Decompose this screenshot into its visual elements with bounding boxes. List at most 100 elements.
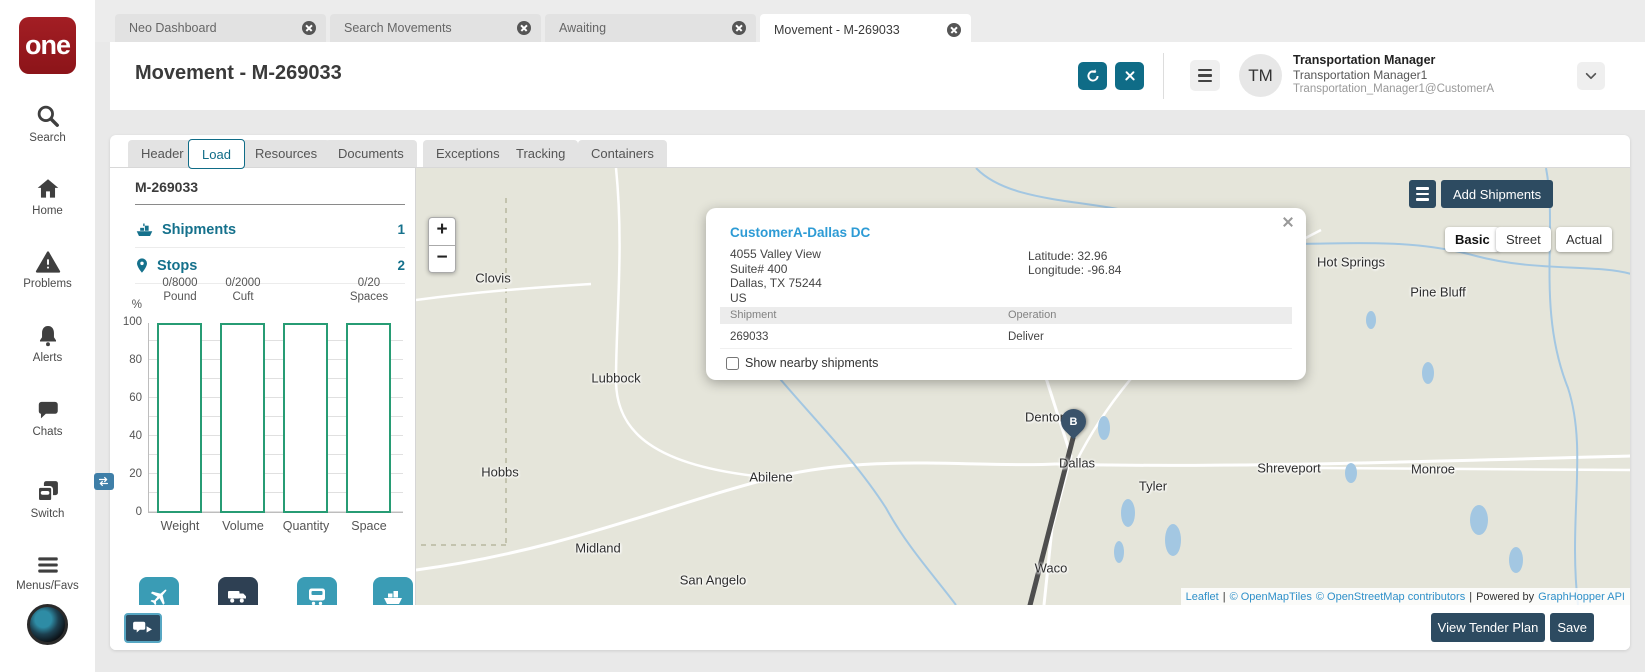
stop-site-link[interactable]: CustomerA-Dallas DC	[730, 225, 870, 240]
openstreetmap-link[interactable]: © OpenStreetMap contributors	[1316, 591, 1465, 603]
map-city-label: Shreveport	[1257, 460, 1321, 476]
mode-ocean-button[interactable]	[373, 577, 413, 605]
chart-capacity-label-space: 0/20 Spaces	[349, 277, 389, 303]
mode-air-button[interactable]	[139, 577, 179, 605]
chevron-down-icon	[1585, 72, 1597, 80]
sidebar-item-alerts[interactable]: Alerts	[0, 323, 95, 364]
tab-neo-dashboard[interactable]: Neo Dashboard	[115, 14, 326, 42]
stop-info-popup: CustomerA-Dallas DC 4055 Valley View Sui…	[706, 208, 1306, 380]
user-menu-dropdown-button[interactable]	[1577, 62, 1605, 90]
tab-resources[interactable]: Resources	[242, 140, 331, 167]
popup-cell-operation: Deliver	[1008, 331, 1044, 343]
stops-count: 2	[397, 258, 405, 273]
stop-address: 4055 Valley View Suite# 400 Dallas, TX 7…	[730, 247, 822, 305]
tab-label: Neo Dashboard	[129, 21, 217, 35]
capacity-bar-quantity	[283, 323, 328, 513]
shipments-count: 1	[397, 222, 405, 237]
tab-close-icon[interactable]	[947, 22, 961, 37]
search-icon	[35, 103, 61, 129]
menu-bars-icon	[35, 553, 61, 577]
sidebar-item-chats[interactable]: Chats	[0, 397, 95, 438]
avatar-initials: TM	[1248, 65, 1273, 85]
sidebar-item-switch[interactable]: Switch	[0, 473, 114, 520]
leaflet-link[interactable]: Leaflet	[1186, 591, 1219, 603]
tab-awaiting[interactable]: Awaiting	[545, 14, 756, 42]
zoom-in-button[interactable]: +	[428, 217, 456, 245]
sidebar-item-problems[interactable]: Problems	[0, 249, 95, 290]
shipments-row[interactable]: Shipments 1	[135, 212, 405, 248]
map-city-label: Hot Springs	[1317, 254, 1385, 270]
tab-close-icon[interactable]	[302, 21, 316, 35]
one-logo[interactable]: one	[19, 17, 76, 74]
capacity-bar-volume	[220, 323, 265, 513]
y-tick: 40	[129, 430, 142, 442]
y-tick: 0	[135, 506, 142, 518]
tab-search-movements[interactable]: Search Movements	[330, 14, 541, 42]
map-canvas[interactable]: Clovis Lubbock Hobbs Midland San Angelo …	[415, 168, 1630, 605]
popup-cell-shipment[interactable]: 269033	[730, 331, 768, 343]
subtab-label: Exceptions	[436, 146, 500, 161]
chart-category-weight: Weight	[160, 519, 200, 533]
mode-rail-button[interactable]	[297, 577, 337, 605]
sidebar-label: Chats	[32, 426, 63, 438]
vessel-icon	[384, 591, 402, 604]
one-logo-text: one	[24, 30, 71, 60]
layer-street-button[interactable]: Street	[1496, 227, 1551, 252]
tab-load[interactable]: Load	[188, 139, 245, 169]
address-line: Dallas, TX 75244	[730, 276, 822, 291]
refresh-button[interactable]	[1078, 62, 1107, 90]
header-menu-button[interactable]	[1190, 60, 1220, 91]
sidebar-item-home[interactable]: Home	[0, 176, 95, 217]
tab-label: Search Movements	[344, 21, 452, 35]
sidebar-label: Search	[29, 132, 66, 144]
add-shipments-button[interactable]: Add Shipments	[1441, 180, 1554, 208]
popup-table-header-strip	[720, 307, 1292, 324]
subtab-label: Tracking	[516, 146, 566, 161]
tab-tracking[interactable]: Tracking	[503, 140, 579, 167]
map-menu-button[interactable]	[1409, 180, 1436, 208]
map-city-label: Pine Bluff	[1410, 284, 1466, 300]
popup-row-divider	[720, 348, 1292, 349]
tab-documents[interactable]: Documents	[325, 140, 417, 167]
close-page-button[interactable]	[1115, 62, 1144, 90]
y-tick: 20	[129, 468, 142, 480]
chat-button[interactable]	[124, 613, 162, 643]
save-button[interactable]: Save	[1550, 613, 1594, 642]
address-line: US	[730, 290, 747, 305]
view-tender-plan-button[interactable]: View Tender Plan	[1430, 613, 1546, 642]
tab-header[interactable]: Header	[128, 140, 197, 167]
tab-movement-active[interactable]: Movement - M-269033	[760, 14, 971, 45]
ship-icon	[136, 223, 153, 236]
page-title: Movement - M-269033	[135, 62, 342, 84]
show-nearby-shipments-checkbox[interactable]	[726, 356, 739, 370]
tab-close-icon[interactable]	[732, 21, 746, 35]
user-name: Transportation Manager1	[1293, 68, 1428, 82]
one-network-globe-logo[interactable]	[27, 604, 68, 645]
subtab-label: Load	[202, 146, 231, 162]
tab-containers[interactable]: Containers	[578, 140, 667, 167]
chart-y-axis-unit: %	[131, 299, 142, 311]
openmaptiles-link[interactable]: © OpenMapTiles	[1230, 591, 1312, 603]
popup-close-icon[interactable]	[1280, 214, 1296, 230]
graphhopper-link[interactable]: GraphHopper API	[1538, 591, 1625, 603]
stop-marker-b[interactable]: B	[1055, 403, 1092, 440]
tab-exceptions[interactable]: Exceptions	[423, 140, 513, 167]
home-icon	[35, 176, 61, 202]
zoom-out-button[interactable]: −	[428, 245, 456, 273]
sidebar-item-search[interactable]: Search	[0, 103, 95, 144]
sidebar-label: Problems	[23, 278, 72, 290]
hamburger-icon	[1198, 68, 1212, 72]
user-avatar[interactable]: TM	[1239, 54, 1282, 97]
chart-capacity-label-volume: 0/2000 Cuft	[225, 277, 261, 303]
map-city-label: Waco	[1034, 560, 1068, 576]
map-attribution: Leaflet | © OpenMapTiles © OpenStreetMap…	[1180, 588, 1630, 605]
layer-basic-button[interactable]: Basic	[1445, 227, 1500, 252]
map-city-label: Midland	[575, 540, 621, 556]
tab-close-icon[interactable]	[517, 21, 531, 35]
y-tick: 80	[129, 354, 142, 366]
mode-truck-button[interactable]	[218, 577, 258, 605]
map-pin-icon	[137, 257, 147, 273]
layer-actual-button[interactable]: Actual	[1556, 227, 1613, 252]
sidebar-item-menus-favs[interactable]: Menus/Favs	[0, 553, 95, 592]
close-icon	[1123, 69, 1137, 83]
